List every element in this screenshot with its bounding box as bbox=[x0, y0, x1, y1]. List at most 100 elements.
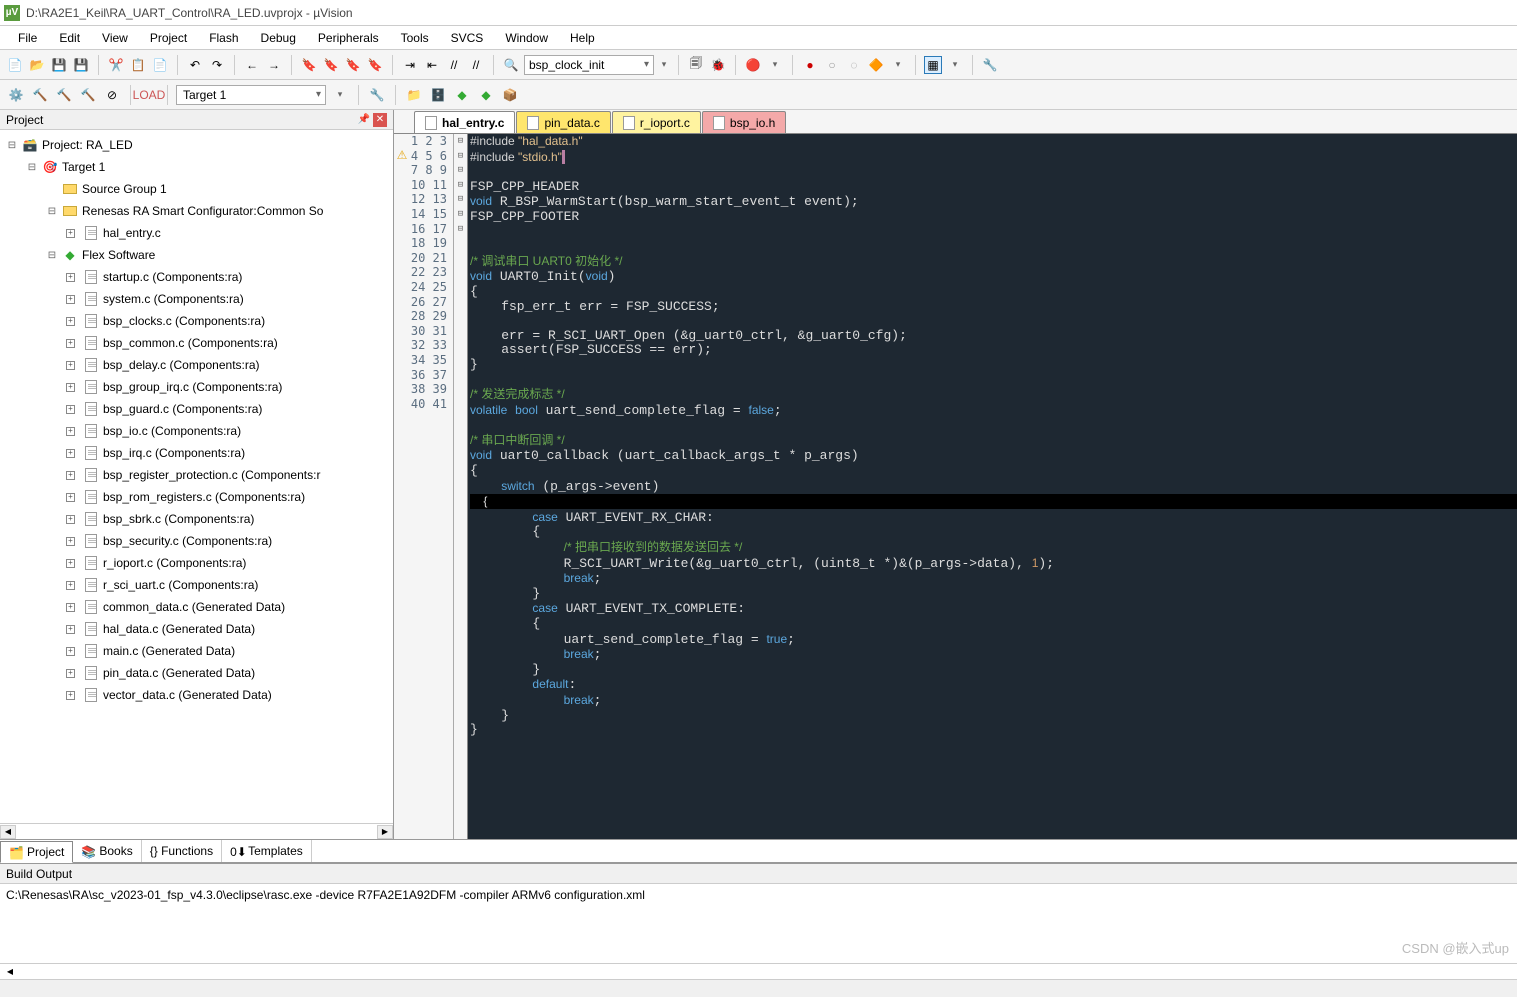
build-output-hscroll[interactable]: ◀ bbox=[0, 963, 1517, 979]
bp-dropdown-icon[interactable]: ▾ bbox=[889, 56, 907, 74]
code-body[interactable]: #include "hal_data.h" #include "stdio.h"… bbox=[468, 134, 1517, 839]
tree-file[interactable]: +bsp_clocks.c (Components:ra) bbox=[0, 310, 393, 332]
nav-fwd-icon[interactable]: → bbox=[265, 56, 283, 74]
manage-project-icon[interactable]: 📁 bbox=[404, 85, 424, 105]
build-icon[interactable]: 🔨 bbox=[30, 85, 50, 105]
menu-debug[interactable]: Debug bbox=[251, 27, 306, 49]
translate-icon[interactable]: ⚙️ bbox=[6, 85, 26, 105]
uncomment-icon[interactable]: // bbox=[467, 56, 485, 74]
expand-icon[interactable]: + bbox=[66, 427, 75, 436]
manage-rte-icon[interactable]: ◆ bbox=[452, 85, 472, 105]
tree-file[interactable]: +pin_data.c (Generated Data) bbox=[0, 662, 393, 684]
tree-file[interactable]: + hal_entry.c bbox=[0, 222, 393, 244]
options-icon[interactable]: 🔧 bbox=[367, 85, 387, 105]
download-icon[interactable]: LOAD bbox=[139, 85, 159, 105]
tree-file[interactable]: +bsp_register_protection.c (Components:r bbox=[0, 464, 393, 486]
bottom-tab-books[interactable]: 📚 Books bbox=[73, 840, 141, 862]
expand-icon[interactable]: + bbox=[66, 295, 75, 304]
expand-icon[interactable]: + bbox=[66, 339, 75, 348]
editor-tab-r-ioport[interactable]: r_ioport.c bbox=[612, 111, 701, 133]
project-hscroll[interactable]: ◀ ▶ bbox=[0, 823, 393, 839]
window-layout-icon[interactable]: ▦ bbox=[924, 56, 942, 74]
save-icon[interactable]: 💾 bbox=[50, 56, 68, 74]
expand-icon[interactable]: + bbox=[66, 361, 75, 370]
tree-file[interactable]: +bsp_sbrk.c (Components:ra) bbox=[0, 508, 393, 530]
nav-back-icon[interactable]: ← bbox=[243, 56, 261, 74]
debug-session-icon[interactable]: 🐞 bbox=[709, 56, 727, 74]
expand-icon[interactable]: + bbox=[66, 625, 75, 634]
editor-tab-bsp-io[interactable]: bsp_io.h bbox=[702, 111, 786, 133]
expand-icon[interactable]: + bbox=[66, 669, 75, 678]
expand-icon[interactable]: + bbox=[66, 691, 75, 700]
code-area[interactable]: ⚠ 1 2 3 4 5 6 7 8 9 10 11 12 13 14 15 16… bbox=[394, 134, 1517, 839]
expand-icon[interactable]: + bbox=[66, 515, 75, 524]
editor-tab-hal-entry[interactable]: hal_entry.c bbox=[414, 111, 515, 133]
batch-build-icon[interactable]: 🔨 bbox=[78, 85, 98, 105]
tree-file[interactable]: +bsp_guard.c (Components:ra) bbox=[0, 398, 393, 420]
target-dropdown-icon[interactable]: ▾ bbox=[330, 85, 350, 105]
gutter-fold[interactable]: ⊟ ⊟ ⊟ ⊟ ⊟ ⊟ ⊟ bbox=[454, 134, 468, 839]
expand-icon[interactable]: + bbox=[66, 317, 75, 326]
tree-file[interactable]: +hal_data.c (Generated Data) bbox=[0, 618, 393, 640]
copy-icon[interactable]: 📋 bbox=[129, 56, 147, 74]
tree-file[interactable]: +bsp_irq.c (Components:ra) bbox=[0, 442, 393, 464]
menu-view[interactable]: View bbox=[92, 27, 138, 49]
tree-file[interactable]: +r_sci_uart.c (Components:ra) bbox=[0, 574, 393, 596]
tree-file[interactable]: +bsp_common.c (Components:ra) bbox=[0, 332, 393, 354]
bottom-tab-project[interactable]: 🗂️ Project bbox=[0, 841, 73, 863]
menu-edit[interactable]: Edit bbox=[49, 27, 90, 49]
expand-icon[interactable]: + bbox=[66, 493, 75, 502]
build-output-body[interactable]: C:\Renesas\RA\sc_v2023-01_fsp_v4.3.0\ecl… bbox=[0, 884, 1517, 963]
scroll-left-icon[interactable]: ◀ bbox=[2, 965, 18, 979]
tree-file[interactable]: +vector_data.c (Generated Data) bbox=[0, 684, 393, 706]
breakpoint-insert-icon[interactable]: 🔴 bbox=[744, 56, 762, 74]
save-all-icon[interactable]: 💾 bbox=[72, 56, 90, 74]
menu-file[interactable]: File bbox=[8, 27, 47, 49]
menu-flash[interactable]: Flash bbox=[199, 27, 248, 49]
expand-icon[interactable]: + bbox=[66, 383, 75, 392]
expand-icon[interactable]: + bbox=[66, 229, 75, 238]
find-in-files-icon[interactable]: 🗐 bbox=[687, 56, 705, 74]
tree-file[interactable]: +common_data.c (Generated Data) bbox=[0, 596, 393, 618]
tree-file[interactable]: +main.c (Generated Data) bbox=[0, 640, 393, 662]
expand-icon[interactable]: + bbox=[66, 603, 75, 612]
menu-help[interactable]: Help bbox=[560, 27, 605, 49]
manage-multi-icon[interactable]: 🗄️ bbox=[428, 85, 448, 105]
find-icon[interactable]: 🔍 bbox=[502, 56, 520, 74]
select-pack-icon[interactable]: ◆ bbox=[476, 85, 496, 105]
tree-file[interactable]: +bsp_rom_registers.c (Components:ra) bbox=[0, 486, 393, 508]
disable-bp-icon[interactable]: ○ bbox=[823, 56, 841, 74]
scroll-left-icon[interactable]: ◀ bbox=[0, 825, 16, 839]
pin-icon[interactable]: 📌 bbox=[357, 113, 371, 127]
menu-peripherals[interactable]: Peripherals bbox=[308, 27, 389, 49]
menu-window[interactable]: Window bbox=[495, 27, 558, 49]
tree-file[interactable]: +system.c (Components:ra) bbox=[0, 288, 393, 310]
bottom-tab-functions[interactable]: {} Functions bbox=[142, 840, 222, 862]
menu-project[interactable]: Project bbox=[140, 27, 197, 49]
rebuild-icon[interactable]: 🔨 bbox=[54, 85, 74, 105]
stop-build-icon[interactable]: ⊘ bbox=[102, 85, 122, 105]
search-combo[interactable]: bsp_clock_init bbox=[524, 55, 654, 75]
scroll-right-icon[interactable]: ▶ bbox=[377, 825, 393, 839]
expand-icon[interactable]: + bbox=[66, 647, 75, 656]
expand-icon[interactable]: + bbox=[66, 537, 75, 546]
layout-dropdown-icon[interactable]: ▾ bbox=[946, 56, 964, 74]
undo-icon[interactable]: ↶ bbox=[186, 56, 204, 74]
expand-icon[interactable]: + bbox=[66, 471, 75, 480]
editor-tab-pin-data[interactable]: pin_data.c bbox=[516, 111, 610, 133]
record-icon[interactable]: ● bbox=[801, 56, 819, 74]
comment-icon[interactable]: // bbox=[445, 56, 463, 74]
menu-svcs[interactable]: SVCS bbox=[441, 27, 494, 49]
tree-file[interactable]: +startup.c (Components:ra) bbox=[0, 266, 393, 288]
bottom-tab-templates[interactable]: 0⬇ Templates bbox=[222, 840, 312, 862]
expand-icon[interactable]: + bbox=[66, 581, 75, 590]
project-tree[interactable]: ⊟ 🗃️ Project: RA_LED ⊟ 🎯 Target 1 Source… bbox=[0, 130, 393, 823]
new-file-icon[interactable]: 📄 bbox=[6, 56, 24, 74]
target-combo[interactable]: Target 1 bbox=[176, 85, 326, 105]
tree-file[interactable]: +bsp_security.c (Components:ra) bbox=[0, 530, 393, 552]
close-icon[interactable]: ✕ bbox=[373, 113, 387, 127]
tree-file[interactable]: +bsp_delay.c (Components:ra) bbox=[0, 354, 393, 376]
expand-icon[interactable]: + bbox=[66, 273, 75, 282]
paste-icon[interactable]: 📄 bbox=[151, 56, 169, 74]
bookmark-next-icon[interactable]: 🔖 bbox=[344, 56, 362, 74]
